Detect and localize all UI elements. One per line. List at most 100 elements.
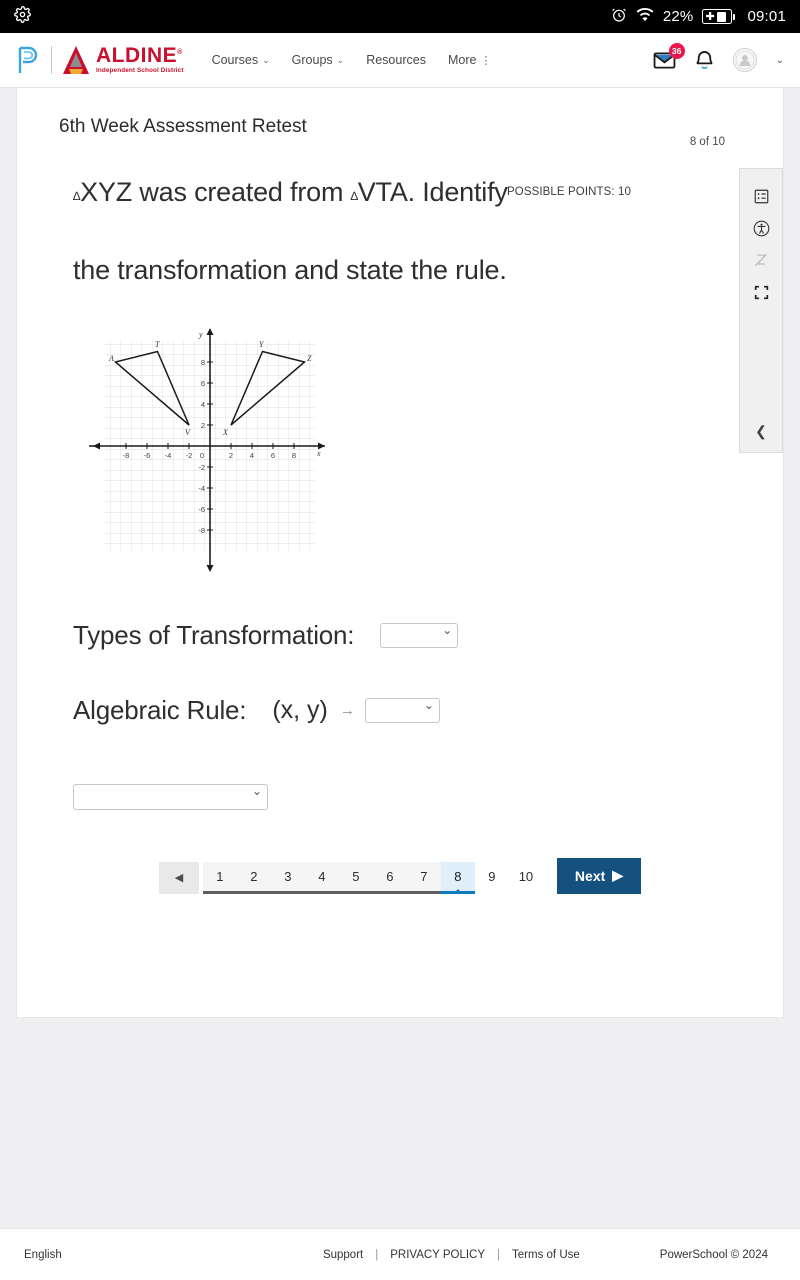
transformation-row: Types of Transformation: — [73, 620, 783, 651]
nav-item-resources[interactable]: Resources — [366, 53, 426, 67]
coordinate-graph: x y -8 -6 -4 -2 0 2 4 6 8 8 6 4 2 -2 -4 -6 -8 — [17, 323, 783, 578]
nav-item-more[interactable]: More ⋮ — [447, 53, 491, 67]
nav-item-courses[interactable]: Courses ⌄ — [212, 53, 270, 67]
algebraic-rule-row: Algebraic Rule: (x, y) → — [73, 695, 783, 726]
nav-label-courses: Courses — [211, 53, 259, 67]
footer-links: Support | PRIVACY POLICY | Terms of Use … — [323, 1249, 780, 1261]
svg-text:-8: -8 — [198, 526, 205, 535]
wifi-icon — [636, 7, 654, 27]
header-actions: 36 ⌄ — [653, 42, 784, 72]
svg-text:y: y — [198, 330, 203, 339]
question-line-2: the transformation and state the rule. — [73, 255, 507, 286]
brand-area[interactable]: ALDINE® Independent School District — [16, 44, 184, 76]
support-link[interactable]: Support — [323, 1249, 363, 1261]
svg-text:0: 0 — [200, 451, 204, 460]
footer-separator: | — [375, 1248, 379, 1261]
footer-separator: | — [497, 1248, 501, 1261]
next-button[interactable]: Next ▶ — [556, 857, 642, 894]
district-name: ALDINE — [96, 44, 178, 68]
svg-text:A: A — [108, 354, 114, 363]
svg-text:-4: -4 — [198, 484, 205, 493]
algebraic-rule-label: Algebraic Rule: — [73, 694, 247, 725]
page-button-7[interactable]: 7 — [406, 861, 441, 894]
next-arrow-icon: ▶ — [612, 867, 624, 884]
powerschool-p-logo — [16, 45, 42, 75]
svg-text:-8: -8 — [123, 451, 130, 460]
svg-text:-6: -6 — [144, 451, 151, 460]
answer-section: Types of Transformation: Algebraic Rule:… — [17, 578, 783, 726]
algebraic-rule-dropdown[interactable] — [364, 697, 440, 723]
brand-divider — [51, 46, 52, 74]
page-title: 6th Week Assessment Retest — [59, 116, 307, 137]
android-status-bar: 22% ✚ 09:01 — [0, 0, 800, 33]
mail-icon[interactable]: 36 — [653, 42, 685, 70]
privacy-policy-link[interactable]: PRIVACY POLICY — [390, 1249, 485, 1261]
svg-text:2: 2 — [201, 421, 205, 430]
district-subtitle: Independent School District — [96, 67, 184, 75]
collapse-rail-chevron-left-icon[interactable]: ❮ — [755, 423, 767, 440]
question-list-icon[interactable] — [746, 181, 776, 211]
alarm-clock-icon — [611, 7, 627, 27]
aldine-logo: ALDINE® Independent School District — [61, 44, 184, 76]
page-counter: 8 of 10 — [689, 136, 725, 148]
page-button-9[interactable]: 9 — [475, 862, 509, 894]
svg-text:4: 4 — [250, 451, 254, 460]
transformation-dropdown-wrap — [380, 622, 459, 648]
fullscreen-icon[interactable] — [746, 277, 776, 307]
svg-text:6: 6 — [201, 379, 205, 388]
svg-text:4: 4 — [201, 400, 205, 409]
svg-text:Z: Z — [307, 354, 312, 363]
account-chevron-down-icon[interactable]: ⌄ — [776, 55, 784, 66]
page-button-4[interactable]: 4 — [304, 861, 339, 894]
rule-dropdown-wrap — [364, 697, 440, 723]
page-button-10[interactable]: 10 — [509, 862, 543, 894]
transformation-label: Types of Transformation: — [73, 619, 355, 650]
xy-pair-text: (x, y) — [272, 695, 328, 724]
avatar[interactable] — [732, 48, 757, 72]
extra-dropdown-wrap — [73, 783, 268, 810]
language-selector[interactable]: English — [24, 1249, 62, 1261]
chevron-down-icon: ⌄ — [336, 54, 345, 65]
site-footer: English Support | PRIVACY POLICY | Terms… — [0, 1228, 800, 1280]
aldine-a-mark — [63, 46, 89, 74]
svg-text:-2: -2 — [186, 451, 193, 460]
question-text-part2: VTA. Identify — [357, 177, 508, 207]
annotate-pen-icon — [746, 245, 776, 275]
svg-text:2: 2 — [229, 451, 233, 460]
page-button-6[interactable]: 6 — [372, 861, 407, 894]
nav-label-groups: Groups — [291, 53, 333, 67]
page-button-2[interactable]: 2 — [236, 861, 271, 894]
svg-text:-6: -6 — [198, 505, 205, 514]
svg-text:T: T — [155, 340, 160, 349]
kebab-menu-icon: ⋮ — [480, 54, 491, 67]
battery-percent-label: 22% — [662, 8, 694, 25]
nav-item-groups[interactable]: Groups ⌄ — [292, 53, 345, 67]
question-content: ∆XYZ was created from ∆VTA. Identify the… — [17, 138, 657, 285]
svg-text:6: 6 — [271, 451, 275, 460]
nav-label-resources: Resources — [366, 53, 426, 67]
triangle-symbol-vta: ∆ — [350, 189, 358, 203]
page-button-1[interactable]: 1 — [202, 861, 237, 894]
page-button-5[interactable]: 5 — [338, 861, 373, 894]
svg-text:-4: -4 — [165, 451, 172, 460]
accessibility-icon[interactable] — [746, 213, 776, 243]
registered-mark: ® — [177, 49, 183, 57]
bell-icon[interactable] — [695, 50, 714, 71]
extra-answer-dropdown[interactable] — [73, 783, 268, 810]
pagination: ◀ 1 2 3 4 5 6 7 8 9 10 Next ▶ — [17, 857, 783, 928]
svg-text:x: x — [316, 449, 321, 458]
page-button-3[interactable]: 3 — [270, 861, 305, 894]
page-button-8[interactable]: 8 — [440, 861, 475, 894]
main-navigation: Courses ⌄ Groups ⌄ Resources More ⋮ — [212, 53, 492, 67]
next-button-label: Next — [574, 867, 606, 884]
question-text-part1: XYZ was created from — [80, 177, 344, 207]
transformation-dropdown[interactable] — [380, 622, 459, 648]
prev-page-button[interactable]: ◀ — [158, 861, 199, 894]
settings-gear-icon — [14, 5, 31, 28]
svg-text:8: 8 — [201, 358, 205, 367]
graph-svg: x y -8 -6 -4 -2 0 2 4 6 8 8 6 4 2 -2 -4 -6 -8 — [89, 327, 325, 572]
terms-of-use-link[interactable]: Terms of Use — [512, 1249, 580, 1261]
tool-rail: ❮ — [739, 168, 783, 453]
possible-points-label: POSSIBLE POINTS: 10 — [507, 186, 631, 198]
nav-label-more: More — [447, 53, 477, 67]
